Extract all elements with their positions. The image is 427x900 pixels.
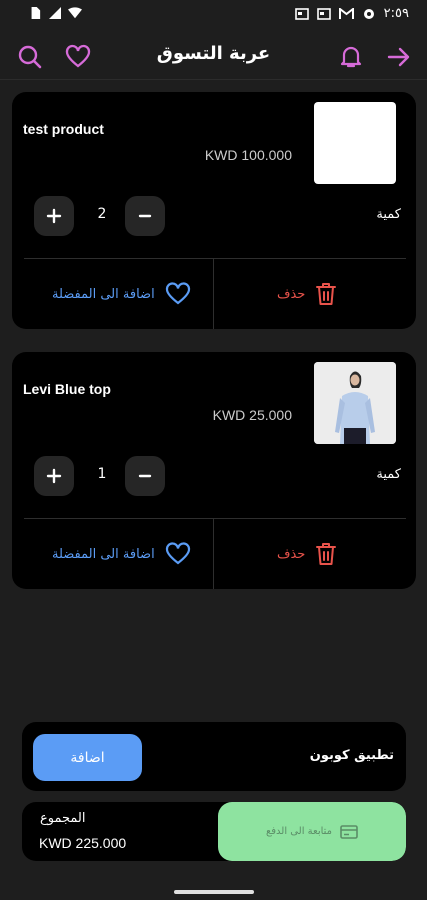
product-name: Levi Blue top — [23, 381, 111, 397]
product-image[interactable] — [314, 362, 396, 444]
bell-icon[interactable] — [338, 44, 364, 70]
total-section: المجموع KWD 225.000 متابعة الى الدفع — [22, 802, 406, 861]
gesture-nav-bar[interactable] — [174, 890, 254, 894]
minus-icon — [138, 474, 152, 478]
product-price: KWD 100.000 — [204, 147, 292, 163]
divider — [24, 258, 406, 259]
heart-icon — [165, 282, 190, 305]
wifi-icon — [68, 7, 82, 19]
coupon-section: اضافة تطبيق كوبون — [22, 722, 406, 791]
credit-card-icon — [340, 824, 358, 839]
quantity-label: كمية — [376, 467, 401, 482]
delete-item-button[interactable]: حذف — [277, 282, 337, 306]
plus-icon — [46, 208, 62, 224]
minus-icon — [138, 214, 152, 218]
increase-quantity-button[interactable] — [34, 456, 74, 496]
quantity-value: 1 — [97, 466, 107, 482]
app-bar: عربة التسوق — [0, 30, 427, 80]
divider — [213, 518, 214, 589]
decrease-quantity-button[interactable] — [125, 456, 165, 496]
delete-label: حذف — [277, 546, 306, 562]
quantity-value: 2 — [97, 206, 107, 222]
delete-item-button[interactable]: حذف — [277, 542, 337, 566]
increase-quantity-button[interactable] — [34, 196, 74, 236]
status-time: ٢:٥٩ — [383, 6, 409, 21]
delete-label: حذف — [277, 286, 306, 302]
product-photo — [314, 362, 396, 444]
divider — [24, 518, 406, 519]
quantity-label: كمية — [376, 207, 401, 222]
favorite-label: اضافة الى المفضلة — [52, 286, 155, 302]
product-price: KWD 25.000 — [212, 407, 292, 423]
cart-item: Levi Blue top KWD 25.000 1 كمية اضافة ال… — [12, 352, 416, 589]
settings-icon — [363, 8, 374, 19]
signal-icon — [49, 7, 61, 19]
status-bar: ٢:٥٩ — [0, 0, 427, 30]
checkout-button[interactable]: متابعة الى الدفع — [218, 802, 406, 861]
add-to-favorites-button[interactable]: اضافة الى المفضلة — [52, 542, 191, 566]
total-value: KWD 225.000 — [39, 835, 127, 851]
heart-icon — [165, 542, 190, 565]
cart-item: test product KWD 100.000 2 كمية اضافة ال… — [12, 92, 416, 329]
add-to-favorites-button[interactable]: اضافة الى المفضلة — [52, 282, 191, 306]
trash-icon — [316, 283, 337, 305]
sim-icon — [31, 7, 41, 19]
divider — [213, 258, 214, 329]
total-label: المجموع — [40, 811, 86, 826]
news-icon — [316, 7, 331, 20]
favorite-label: اضافة الى المفضلة — [52, 546, 155, 562]
checkout-label: متابعة الى الدفع — [265, 826, 333, 837]
apply-coupon-button[interactable]: اضافة — [33, 734, 142, 781]
product-name: test product — [23, 121, 104, 137]
gmail-icon — [338, 7, 354, 19]
news-icon — [294, 7, 309, 20]
coupon-label: تطبيق كوبون — [309, 748, 394, 763]
trash-icon — [316, 543, 337, 565]
decrease-quantity-button[interactable] — [125, 196, 165, 236]
product-image[interactable] — [314, 102, 396, 184]
arrow-right-icon[interactable] — [386, 44, 412, 70]
plus-icon — [46, 468, 62, 484]
